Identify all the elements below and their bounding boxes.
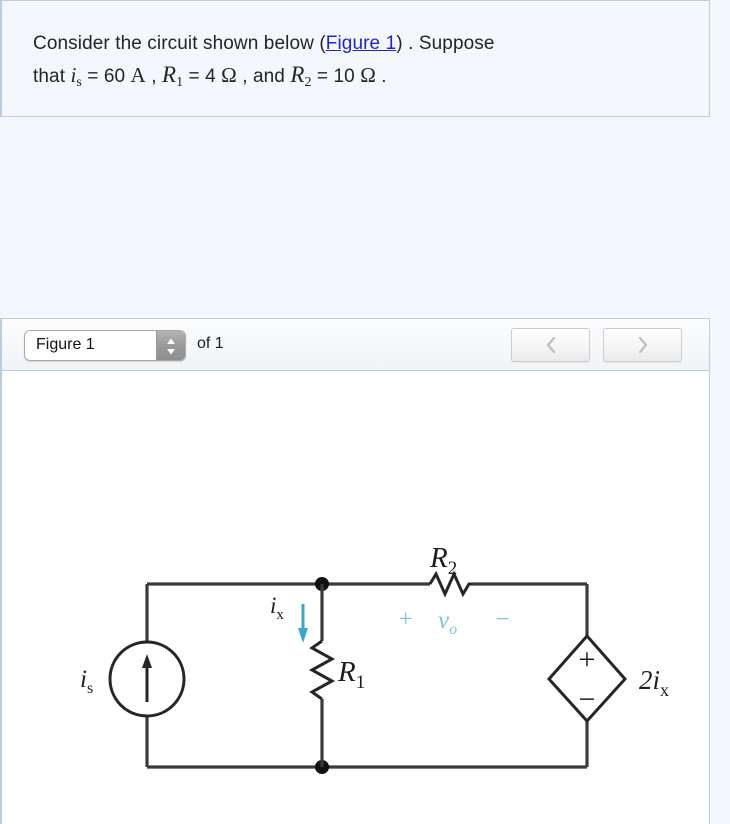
problem-line1-prefix: Consider the circuit shown below (	[33, 33, 326, 54]
var-r1: R	[161, 62, 177, 87]
unit-ohm-1: Ω	[221, 63, 237, 87]
problem-line1-suffix: ) . Suppose	[396, 33, 495, 54]
problem-statement-panel: Consider the circuit shown below (Figure…	[0, 0, 710, 117]
current-source-arrow-head	[142, 654, 152, 668]
ix-arrow-icon	[298, 604, 308, 643]
unit-ampere: A	[130, 63, 146, 87]
figure-select[interactable]: Figure 1	[24, 330, 186, 361]
dependent-source-minus: −	[579, 683, 596, 716]
problem-line2-prefix: that	[33, 66, 71, 87]
figure-1-link[interactable]: Figure 1	[326, 33, 397, 54]
r1-label: R1	[337, 656, 365, 693]
unit-ohm-2: Ω	[360, 63, 376, 87]
dependent-source-label: 2ix	[639, 665, 669, 700]
equation-is: = 60	[81, 66, 131, 87]
figure-panel: Figure 1 of 1 is R1 ix R2 + vo − + − 2ix	[0, 318, 710, 824]
figure-toolbar: Figure 1 of 1	[2, 319, 709, 371]
figure-count-label: of 1	[197, 335, 224, 352]
var-r2-subscript: 2	[304, 74, 312, 90]
vo-plus-sign: +	[397, 606, 414, 633]
r2-label: R2	[429, 542, 457, 579]
source-label: is	[80, 666, 93, 697]
equation-r1: = 4	[183, 66, 222, 87]
ix-label: ix	[270, 593, 284, 623]
trailing-period: .	[375, 66, 387, 87]
resistor-r1-zigzag	[308, 639, 336, 701]
stepper-updown-icon[interactable]	[156, 331, 185, 360]
circuit-diagram: is R1 ix R2 + vo − + − 2ix	[2, 371, 709, 823]
separator-2: , and	[236, 66, 291, 87]
equation-r2: = 10	[311, 66, 361, 87]
previous-figure-button[interactable]	[511, 328, 590, 362]
dependent-source-plus: +	[579, 643, 596, 676]
var-r2: R	[290, 62, 305, 87]
next-figure-button[interactable]	[603, 328, 682, 362]
separator-1: ,	[145, 66, 162, 87]
problem-statement-text: Consider the circuit shown below (Figure…	[33, 28, 683, 98]
vo-label: vo	[438, 607, 457, 638]
figure-select-value: Figure 1	[36, 336, 95, 353]
vo-minus-sign: −	[494, 606, 511, 633]
